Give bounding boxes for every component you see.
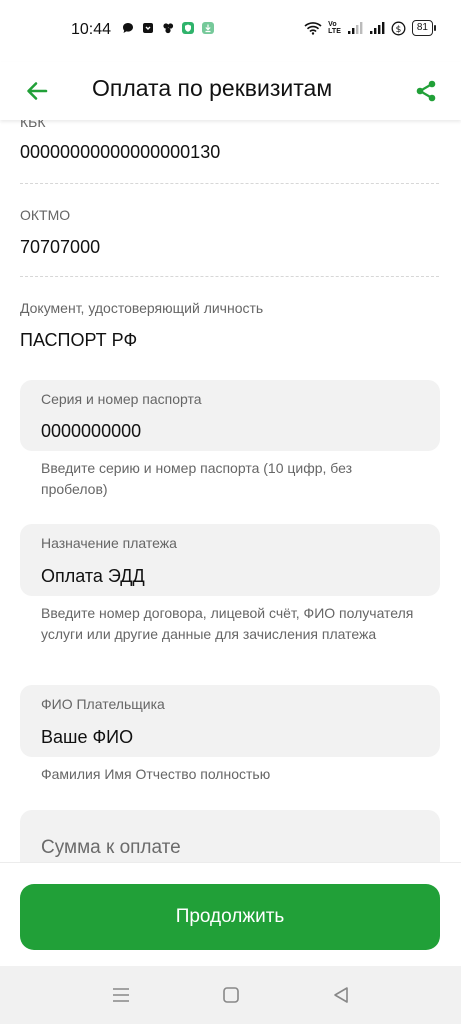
kbk-value: 00000000000000000130 <box>20 142 221 162</box>
back-triangle-icon[interactable] <box>328 982 354 1008</box>
kbk-label: КБК <box>20 120 46 130</box>
system-indicators: Vo LTE $ 81 <box>304 20 437 36</box>
document-field: Документ, удостоверяющий личность ПАСПОР… <box>20 300 439 351</box>
passport-input-label: Серия и номер паспорта <box>41 391 202 407</box>
oktmo-label: ОКТМО <box>20 207 71 223</box>
svg-text:$: $ <box>396 25 402 35</box>
wifi-icon <box>304 22 322 35</box>
payer-hint: Фамилия Имя Отчество полностью <box>41 766 271 782</box>
divider <box>20 183 439 184</box>
notification-icons <box>121 21 215 35</box>
system-nav-bar <box>0 966 461 1024</box>
passport-input[interactable]: Серия и номер паспорта 0000000000 <box>20 380 440 451</box>
passport-hint: Введите серию и номер паспорта (10 цифр,… <box>41 460 353 497</box>
battery-indicator: 81 <box>411 20 437 36</box>
app-bar: Оплата по реквизитам <box>0 62 461 120</box>
volte-icon: Vo LTE <box>328 21 341 35</box>
purpose-input-value[interactable]: Оплата ЭДД <box>41 566 145 587</box>
back-button[interactable] <box>16 70 58 112</box>
flower-icon <box>163 23 174 34</box>
menu-icon[interactable] <box>108 982 134 1008</box>
kbk-field: КБК 00000000000000000130 <box>20 120 439 163</box>
signal-icon <box>347 22 363 34</box>
bottom-action-area: Продолжить <box>0 862 461 967</box>
amount-input-placeholder[interactable]: Сумма к оплате <box>41 837 181 859</box>
signal-icon-2 <box>369 22 385 34</box>
status-bar: 10:44 Vo LTE $ 81 <box>0 0 461 62</box>
document-value: ПАСПОРТ РФ <box>20 330 138 350</box>
page-title: Оплата по реквизитам <box>92 75 333 101</box>
payer-input[interactable]: ФИО Плательщика Ваше ФИО <box>20 685 440 757</box>
payer-input-value[interactable]: Ваше ФИО <box>41 727 133 748</box>
continue-button[interactable]: Продолжить <box>20 884 440 950</box>
payer-input-label: ФИО Плательщика <box>41 696 165 712</box>
purpose-input-label: Назначение платежа <box>41 535 177 551</box>
oktmo-value: 70707000 <box>20 237 101 257</box>
share-button[interactable] <box>405 70 447 112</box>
chat-bubble-icon <box>123 23 133 33</box>
purpose-hint: Введите номер договора, лицевой счёт, ФИ… <box>41 605 414 642</box>
status-time: 10:44 <box>71 21 112 38</box>
shield-notification-icon <box>143 23 153 33</box>
oktmo-field: ОКТМО 70707000 <box>20 207 439 258</box>
purpose-input[interactable]: Назначение платежа Оплата ЭДД <box>20 524 440 596</box>
document-label: Документ, удостоверяющий личность <box>20 300 264 316</box>
download-app-icon <box>202 22 214 34</box>
passport-input-value[interactable]: 0000000000 <box>41 421 141 442</box>
security-app-icon <box>182 22 194 34</box>
form-content[interactable]: КБК 00000000000000000130 ОКТМО 70707000 … <box>0 120 461 862</box>
amount-input[interactable]: Сумма к оплате <box>20 810 440 862</box>
share-icon <box>416 80 436 102</box>
data-saver-icon: $ <box>391 21 406 35</box>
divider <box>20 276 439 277</box>
home-square-icon[interactable] <box>218 982 244 1008</box>
arrow-left-icon <box>27 82 48 100</box>
